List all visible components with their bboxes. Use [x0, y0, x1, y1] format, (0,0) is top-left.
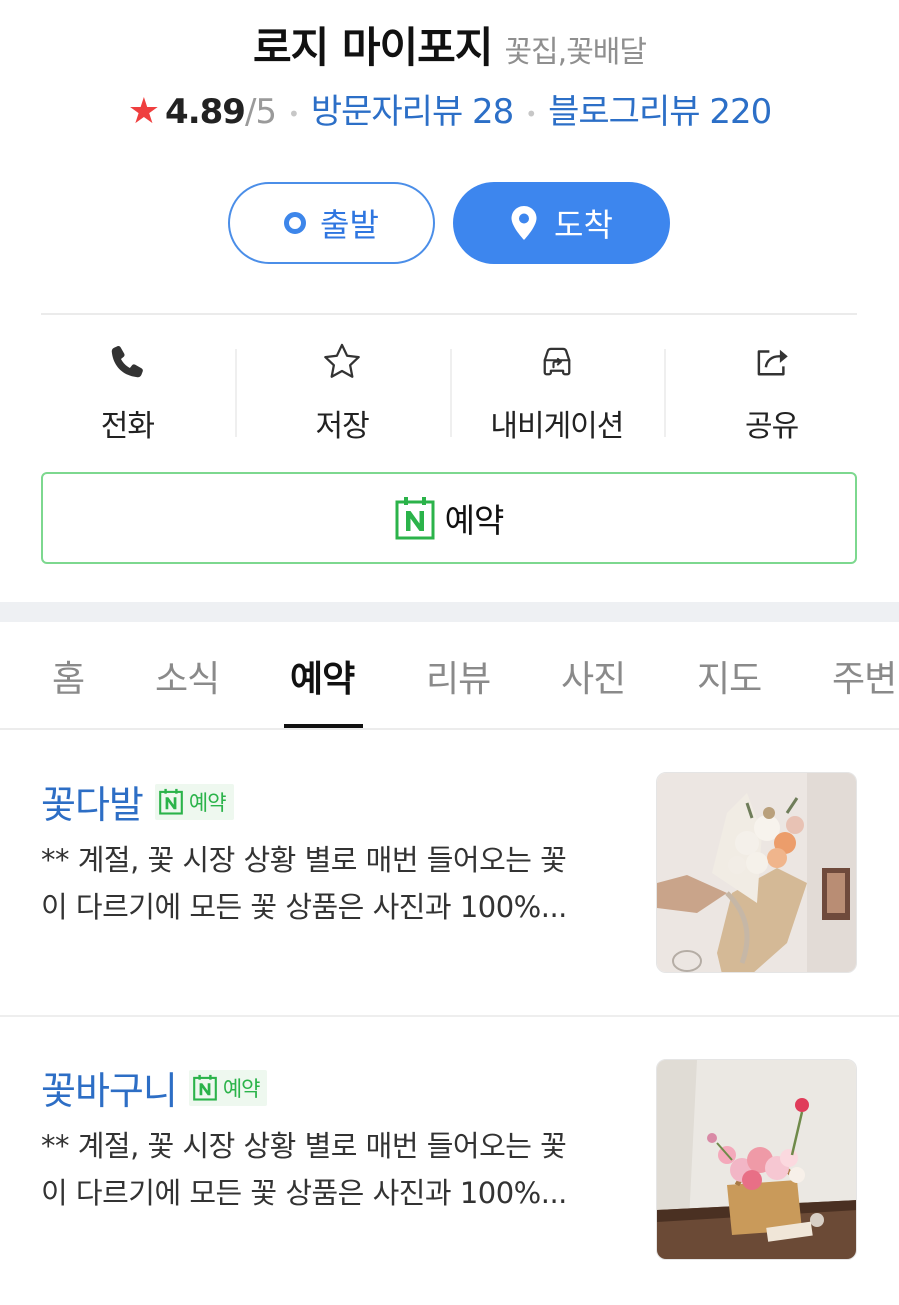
car-navigation-icon — [543, 347, 571, 376]
tab-review[interactable]: 리뷰 — [426, 650, 491, 702]
product-description: ** 계절, 꽃 시장 상황 별로 매번 들어오는 꽃 이 다르기에 모든 꽃 … — [41, 1123, 621, 1217]
description-line: 이 다르기에 모든 꽃 상품은 사진과 100%... — [41, 1176, 567, 1210]
route-start-label: 출발 — [320, 206, 379, 244]
share-icon — [757, 349, 788, 376]
tab-map[interactable]: 지도 — [697, 650, 762, 702]
separator-dot: • — [288, 101, 300, 126]
action-label: 공유 — [745, 409, 799, 444]
visitor-review-link[interactable]: 방문자리뷰 28 — [311, 92, 514, 132]
booking-badge: 예약 — [188, 1069, 268, 1106]
action-navigation[interactable]: 내비게이션 — [449, 335, 665, 445]
flower-basket-illustration — [657, 1060, 856, 1259]
action-label: 내비게이션 — [490, 409, 624, 444]
booking-badge-text: 예약 — [222, 1076, 261, 1101]
tab-home[interactable]: 홈 — [52, 650, 85, 702]
booking-badge: 예약 — [154, 783, 234, 820]
rating-value: 4.89 — [165, 92, 246, 132]
product-title[interactable]: 꽃바구니 — [41, 1060, 178, 1115]
action-row: 전화 저장 내비게이션 공유 — [20, 335, 879, 445]
action-call[interactable]: 전화 — [20, 335, 235, 445]
product-item[interactable]: 꽃다발 예약 ** 계절, 꽃 시장 상황 별로 매번 들어오는 꽃 이 다르기… — [0, 772, 899, 1019]
product-title[interactable]: 꽃다발 — [41, 774, 144, 829]
tab-photo[interactable]: 사진 — [561, 650, 626, 702]
product-description: ** 계절, 꽃 시장 상황 별로 매번 들어오는 꽃 이 다르기에 모든 꽃 … — [41, 837, 621, 931]
naver-booking-icon — [192, 1074, 217, 1101]
place-name: 로지 마이포지 — [252, 23, 493, 72]
separator-dot: • — [525, 101, 537, 126]
place-title-row: 로지 마이포지 꽃집,꽃배달 — [0, 14, 899, 75]
tab-bar: 홈 소식 예약 리뷰 사진 지도 주변 — [0, 622, 899, 728]
action-label: 전화 — [100, 409, 155, 444]
product-title-row: 꽃다발 예약 — [41, 774, 234, 829]
bouquet-photo[interactable] — [656, 772, 857, 973]
action-share[interactable]: 공유 — [664, 335, 879, 445]
booking-badge-text: 예약 — [188, 790, 227, 815]
rating-max: /5 — [244, 92, 277, 132]
tab-bar-border — [0, 728, 899, 730]
location-pin-icon — [511, 206, 537, 240]
reserve-label: 예약 — [444, 501, 505, 540]
place-category: 꽃집,꽃배달 — [504, 35, 647, 70]
origin-dot-icon — [284, 212, 307, 234]
naver-booking-icon — [159, 788, 183, 815]
rating-star-icon: ★ — [127, 91, 160, 132]
description-line: 이 다르기에 모든 꽃 상품은 사진과 100%... — [41, 890, 567, 924]
route-start-button[interactable]: 출발 — [228, 182, 435, 264]
route-arrive-button[interactable]: 도착 — [453, 182, 670, 264]
bouquet-illustration — [657, 773, 856, 972]
action-save[interactable]: 저장 — [234, 335, 450, 445]
tab-news[interactable]: 소식 — [155, 650, 220, 702]
star-outline-icon — [324, 343, 360, 378]
rating-row: ★ 4.89/5 • 방문자리뷰 28 • 블로그리뷰 220 — [0, 84, 899, 133]
product-title-row: 꽃바구니 예약 — [41, 1060, 268, 1115]
tab-nearby[interactable]: 주변 — [832, 650, 897, 702]
reserve-button[interactable]: 예약 — [41, 472, 857, 564]
divider — [41, 313, 857, 315]
phone-icon — [112, 346, 144, 378]
blog-review-link[interactable]: 블로그리뷰 220 — [548, 92, 772, 132]
route-arrive-label: 도착 — [554, 206, 613, 244]
description-line: ** 계절, 꽃 시장 상황 별로 매번 들어오는 꽃 — [41, 843, 567, 877]
product-item[interactable]: 꽃바구니 예약 ** 계절, 꽃 시장 상황 별로 매번 들어오는 꽃 이 다르… — [0, 1059, 899, 1305]
list-divider — [0, 1015, 899, 1017]
naver-booking-icon — [395, 497, 435, 540]
flower-basket-photo[interactable] — [656, 1059, 857, 1260]
action-label: 저장 — [315, 409, 370, 444]
tab-reserve[interactable]: 예약 — [290, 650, 355, 702]
section-separator — [0, 602, 899, 622]
description-line: ** 계절, 꽃 시장 상황 별로 매번 들어오는 꽃 — [41, 1129, 567, 1163]
